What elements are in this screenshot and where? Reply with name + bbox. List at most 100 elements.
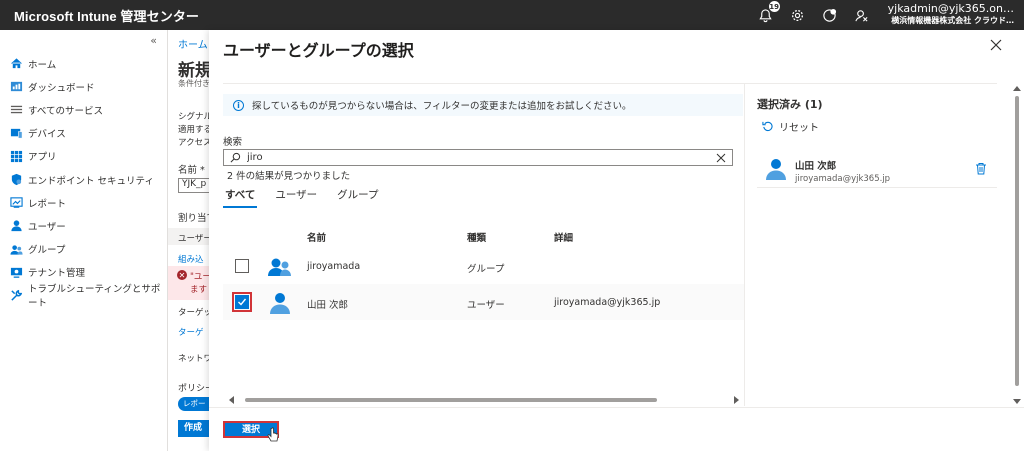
nav-item-endpoint-security[interactable]: エンドポイント セキュリティ	[0, 168, 167, 191]
reset-button[interactable]: リセット	[762, 119, 819, 134]
nav-item-home[interactable]: ホーム	[0, 52, 167, 75]
close-icon[interactable]	[990, 39, 1002, 51]
tab-groups[interactable]: グループ	[335, 184, 380, 208]
nav-label: アプリ	[28, 152, 57, 164]
report-icon	[10, 196, 23, 209]
selected-title: 選択済み (1)	[757, 98, 823, 111]
nav-item-tenant-admin[interactable]: テナント管理	[0, 261, 167, 284]
info-icon: i	[233, 99, 244, 111]
scroll-up-icon[interactable]	[1013, 86, 1021, 91]
nav-label: ユーザー	[28, 221, 66, 233]
horizontal-scrollbar[interactable]	[223, 394, 739, 406]
tab-all[interactable]: すべて	[223, 184, 258, 208]
include-link[interactable]: 組み込	[178, 253, 204, 265]
collapse-nav-button[interactable]: «	[150, 34, 157, 47]
clear-icon[interactable]	[716, 153, 726, 163]
row-name: jiroyamada	[307, 261, 361, 272]
column-type: 種類	[467, 233, 487, 244]
row-detail: jiroyamada@yjk365.jp	[554, 297, 661, 308]
group-avatar-icon	[267, 254, 293, 280]
selected-name: 山田 次郎	[795, 161, 837, 172]
nav-label: テナント管理	[28, 268, 86, 280]
app-title[interactable]: Microsoft Intune 管理センター	[0, 6, 758, 25]
table-row[interactable]: jiroyamada グループ	[223, 248, 745, 284]
tab-users[interactable]: ユーザー	[273, 184, 319, 208]
feedback-icon[interactable]	[854, 7, 870, 23]
scroll-right-icon[interactable]	[734, 396, 739, 404]
row-type: グループ	[467, 264, 505, 275]
group-icon	[10, 243, 23, 256]
desc-line: アクセス	[178, 138, 212, 148]
desc-line: 適用する	[178, 125, 213, 135]
scroll-left-icon[interactable]	[229, 396, 234, 404]
nav-item-users[interactable]: ユーザー	[0, 214, 167, 237]
nav-item-groups[interactable]: グループ	[0, 238, 167, 261]
shield-icon	[10, 173, 23, 186]
gear-icon[interactable]	[790, 7, 806, 23]
result-count: 2 件の結果が見つかりました	[227, 171, 351, 182]
reset-icon	[762, 121, 773, 132]
top-icons: 19	[758, 1, 870, 23]
nav-label: すべてのサービス	[28, 105, 103, 117]
search-box[interactable]	[223, 149, 733, 166]
help-icon[interactable]	[822, 7, 838, 23]
device-icon	[10, 127, 23, 140]
nav-label: グループ	[28, 245, 66, 257]
column-detail: 詳細	[554, 233, 574, 244]
scroll-down-icon[interactable]	[1013, 399, 1021, 404]
nav-label: デバイス	[28, 129, 66, 141]
nav-item-all-services[interactable]: すべてのサービス	[0, 98, 167, 121]
target-link[interactable]: ターゲ	[178, 326, 204, 338]
users-label[interactable]: ユーザー	[178, 232, 212, 244]
table-header: 名前 種類 詳細	[223, 226, 745, 248]
apps-grid-icon	[10, 150, 23, 163]
nav-item-troubleshooting[interactable]: トラブルシューティングとサポート	[0, 284, 167, 310]
info-bar: i 探しているものが見つからない場合は、フィルターの変更または追加をお試しくださ…	[223, 94, 743, 116]
nav-label: トラブルシューティングとサポート	[28, 284, 161, 310]
nav-item-reports[interactable]: レポート	[0, 191, 167, 214]
page-subtitle: 条件付き	[178, 79, 210, 88]
hand-cursor-icon	[267, 427, 279, 443]
user-avatar-icon	[267, 290, 293, 316]
nav-label: レポート	[28, 198, 67, 210]
nav-item-dashboard[interactable]: ダッシュボード	[0, 75, 167, 98]
wrench-icon	[10, 289, 23, 302]
user-avatar-icon	[763, 156, 789, 182]
selected-item: 山田 次郎 jiroyamada@yjk365.jp	[757, 148, 997, 188]
desc-line: シグナル	[178, 112, 213, 122]
nav-label: エンドポイント セキュリティ	[28, 175, 154, 187]
reset-label: リセット	[779, 123, 819, 134]
home-icon	[10, 57, 23, 70]
divider	[744, 84, 745, 406]
search-icon	[230, 152, 241, 163]
trash-icon[interactable]	[975, 162, 987, 175]
tenant-icon	[10, 266, 23, 279]
checkmark-icon	[238, 298, 247, 306]
nav-item-apps[interactable]: アプリ	[0, 145, 167, 168]
row-checkbox[interactable]	[235, 259, 249, 273]
info-text: 探しているものが見つからない場合は、フィルターの変更または追加をお試しください。	[252, 101, 632, 112]
bell-icon[interactable]: 19	[758, 1, 780, 23]
nav-item-devices[interactable]: デバイス	[0, 122, 167, 145]
select-users-groups-panel: ユーザーとグループの選択 i 探しているものが見つからない場合は、フィルターの変…	[209, 30, 1024, 451]
notification-badge: 19	[768, 1, 780, 12]
name-label: 名前 *	[178, 165, 205, 176]
scroll-thumb[interactable]	[245, 398, 657, 402]
account-org: 横浜情報機器株式会社 クラウド…	[891, 16, 1014, 25]
panel-title: ユーザーとグループの選択	[223, 41, 414, 60]
column-name: 名前	[307, 233, 327, 244]
account-menu[interactable]: yjkadmin@yjk365.on… 横浜情報機器株式会社 クラウド…	[888, 3, 1024, 27]
scroll-thumb[interactable]	[1015, 96, 1019, 386]
search-input[interactable]	[247, 152, 716, 163]
nav-label: ホーム	[28, 59, 57, 71]
error-text: ます	[190, 285, 208, 295]
selected-email: jiroyamada@yjk365.jp	[795, 174, 891, 184]
vertical-scrollbar[interactable]	[1012, 84, 1022, 406]
account-name: yjkadmin@yjk365.on…	[887, 2, 1014, 15]
top-bar: Microsoft Intune 管理センター 19 yjkadmin@yjk3…	[0, 0, 1024, 30]
row-checkbox[interactable]	[232, 292, 252, 312]
table-row[interactable]: 山田 次郎 ユーザー jiroyamada@yjk365.jp	[223, 284, 745, 320]
divider	[209, 407, 1024, 408]
error-text: "ユー	[190, 272, 211, 282]
divider	[223, 83, 997, 84]
